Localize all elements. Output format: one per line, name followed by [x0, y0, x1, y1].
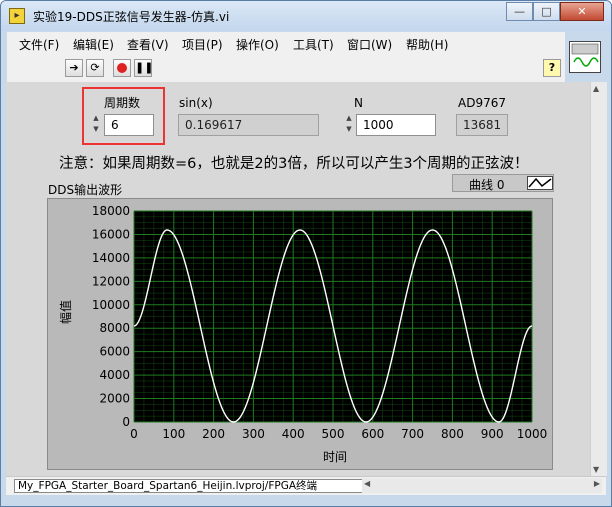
y-tick-label: 18000	[92, 204, 130, 218]
close-button[interactable]: ✕	[560, 2, 604, 21]
horizontal-scrollbar[interactable]: ◀ ▶	[362, 478, 602, 493]
y-tick-label: 16000	[92, 227, 130, 241]
n-label: N	[354, 96, 363, 110]
scroll-left-icon[interactable]: ◀	[364, 479, 370, 488]
n-spinner[interactable]: ▲ ▼	[343, 113, 355, 137]
x-tick-label: 600	[361, 427, 384, 441]
pause-icon[interactable]: ❚❚	[134, 59, 153, 77]
menu-bar: 文件(F) 编辑(E) 查看(V) 项目(P) 操作(O) 工具(T) 窗口(W…	[7, 32, 565, 54]
chart-svg: 0 100 200 300 400 500 600 700 800 900 100002000400…	[58, 204, 548, 464]
y-tick-label: 10000	[92, 298, 130, 312]
menu-project[interactable]: 项目(P)	[182, 36, 223, 53]
ad9767-indicator: 13681	[456, 114, 508, 136]
menu-file[interactable]: 文件(F)	[19, 36, 59, 53]
context-help-button[interactable]: ?	[543, 59, 561, 77]
labview-app-icon: ▸	[9, 8, 25, 24]
sin-indicator: 0.169617	[178, 114, 319, 136]
period-input[interactable]: 6	[104, 114, 154, 136]
project-path: My_FPGA_Starter_Board_Spartan6_Heijin.lv…	[14, 479, 364, 493]
vertical-scrollbar[interactable]: ▲ ▼	[590, 82, 607, 476]
period-label: 周期数	[104, 96, 141, 110]
n-input[interactable]: 1000	[356, 114, 436, 136]
x-tick-label: 200	[202, 427, 225, 441]
graph-title: DDS输出波形	[48, 183, 123, 197]
menu-help[interactable]: 帮助(H)	[406, 36, 448, 53]
menu-tools[interactable]: 工具(T)	[293, 36, 334, 53]
x-tick-label: 0	[130, 427, 138, 441]
x-tick-label: 800	[441, 427, 464, 441]
legend-swatch	[527, 176, 553, 190]
x-tick-label: 300	[242, 427, 265, 441]
scroll-down-icon[interactable]: ▼	[593, 465, 599, 474]
y-tick-label: 2000	[99, 392, 130, 406]
status-bar: My_FPGA_Starter_Board_Spartan6_Heijin.lv…	[6, 476, 606, 495]
y-axis-label: 幅值	[58, 300, 73, 324]
y-tick-label: 8000	[99, 321, 130, 335]
menu-view[interactable]: 查看(V)	[127, 36, 169, 53]
x-tick-label: 100	[162, 427, 185, 441]
scroll-up-icon[interactable]: ▲	[593, 84, 599, 93]
window-title: 实验19-DDS正弦信号发生器-仿真.vi	[33, 10, 230, 24]
menu-window[interactable]: 窗口(W)	[347, 36, 392, 53]
legend-label: 曲线 0	[469, 178, 505, 192]
y-tick-label: 6000	[99, 345, 130, 359]
sin-label: sin(x)	[179, 96, 213, 110]
minimize-button[interactable]: —	[506, 2, 533, 21]
scroll-right-icon[interactable]: ▶	[594, 479, 600, 488]
y-tick-label: 12000	[92, 274, 130, 288]
vi-connector-icon[interactable]	[569, 41, 601, 73]
y-tick-label: 4000	[99, 368, 130, 382]
menu-operate[interactable]: 操作(O)	[236, 36, 279, 53]
run-continuous-icon[interactable]: ⟳	[86, 59, 104, 77]
x-tick-label: 1000	[517, 427, 548, 441]
y-tick-label: 0	[122, 415, 130, 429]
abort-stop-icon[interactable]	[113, 59, 131, 77]
menu-edit[interactable]: 编辑(E)	[73, 36, 114, 53]
x-axis-label: 时间	[323, 450, 347, 464]
x-tick-label: 900	[481, 427, 504, 441]
period-spinner[interactable]: ▲ ▼	[90, 113, 102, 137]
note-text: 注意：如果周期数=6，也就是2的3倍，所以可以产生3个周期的正弦波！	[59, 156, 529, 172]
title-bar[interactable]: ▸ 实验19-DDS正弦信号发生器-仿真.vi — □ ✕	[1, 1, 611, 31]
waveform-graph: 0 100 200 300 400 500 600 700 800 900 1000 0 2000 400…	[47, 198, 553, 470]
y-tick-label: 14000	[92, 251, 130, 265]
x-tick-label: 400	[282, 427, 305, 441]
x-tick-label: 500	[322, 427, 345, 441]
run-arrow-icon[interactable]: ➔	[65, 59, 83, 77]
x-tick-label: 700	[401, 427, 424, 441]
toolbar: ➔ ⟳ ❚❚ ?	[7, 54, 565, 83]
maximize-button[interactable]: □	[533, 2, 560, 21]
ad9767-label: AD9767	[458, 96, 506, 110]
plot-legend[interactable]: 曲线 0	[452, 174, 554, 192]
